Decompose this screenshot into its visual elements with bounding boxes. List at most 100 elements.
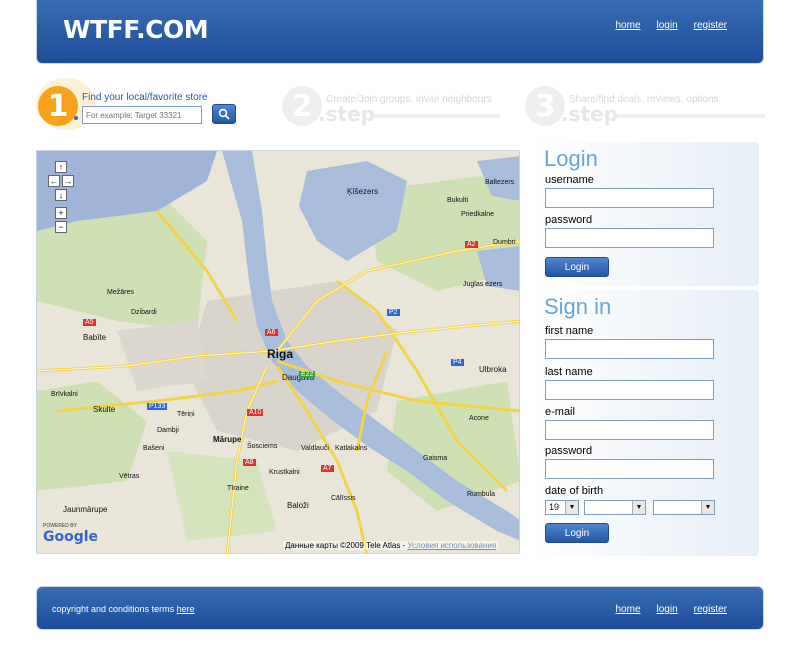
last-name-input[interactable] — [545, 380, 714, 400]
login-title: Login — [544, 146, 598, 171]
map-label-rites: Tēriņi — [177, 411, 195, 418]
header: WTFF.COM home login register — [36, 0, 764, 64]
map-label-acone: Acone — [469, 415, 489, 422]
username-label: username — [545, 174, 594, 186]
store-search-button[interactable] — [212, 104, 236, 124]
step-1-number: 1 — [38, 86, 78, 126]
first-name-input[interactable] — [545, 339, 714, 359]
nav-register-link[interactable]: register — [694, 20, 727, 31]
footer-copyright: copyright and conditions terms — [52, 604, 175, 614]
step-2-label: .step — [318, 102, 375, 126]
footer-text: copyright and conditions terms here — [52, 604, 195, 614]
road-shield-p4: P4 — [451, 359, 464, 366]
map-copyright-text: Данные карты ©2009 Tele Atlas - — [285, 541, 406, 550]
road-shield-a6: A6 — [265, 329, 278, 336]
step-3-label: .step — [561, 102, 618, 126]
login-panel: Login username password Login — [531, 142, 759, 286]
map-label-jugla: Juglas ezers — [463, 281, 503, 288]
step-3-arrow — [615, 114, 765, 118]
signup-password-input[interactable] — [545, 459, 714, 479]
chevron-down-icon: ▼ — [632, 501, 645, 514]
step-1-caption: Find your local/favorite store — [82, 92, 208, 103]
dob-day-value: 19 — [549, 502, 560, 512]
footer: copyright and conditions terms here home… — [36, 586, 764, 630]
map-label-balozi: Baloži — [287, 501, 309, 510]
map-label-baltezers: Baltezers — [485, 179, 515, 186]
chevron-down-icon: ▼ — [701, 501, 714, 514]
nav-home-link[interactable]: home — [615, 20, 640, 31]
map-label-rumbula: Rumbula — [467, 491, 496, 498]
password-label: password — [545, 214, 593, 226]
road-shield-p133: P133 — [147, 403, 168, 410]
road-shield-a8: A8 — [243, 459, 256, 466]
map-label-kisezers: Ķīšezers — [347, 187, 379, 196]
first-name-label: first name — [545, 325, 594, 337]
step-2: 2 Create/Join groups, invite neighbours … — [282, 78, 512, 128]
road-shield-a10: A10 — [247, 409, 264, 416]
map-label-dzibardi: Dzibardi — [131, 309, 157, 316]
zoom-in-button[interactable]: + — [55, 207, 67, 219]
map-label-gaisma: Gaisma — [423, 455, 448, 462]
map-label-krustkalni: Krustkalni — [269, 469, 300, 476]
map-label-dambji: Dambji — [157, 427, 179, 434]
footer-terms-link[interactable]: here — [177, 604, 195, 614]
road-shield-a7: A7 — [321, 465, 334, 472]
map-label-marupe: Mārupe — [213, 435, 242, 444]
map-label-socisems: Šosciems — [247, 443, 278, 450]
step-1: 1 Find your local/favorite store — [36, 78, 278, 130]
map-label-kekava: Katlakalns — [335, 445, 368, 452]
step-3: 3 Share/find deals, reviews, options .st… — [525, 78, 775, 128]
last-name-label: last name — [545, 366, 593, 378]
email-label: e-mail — [545, 406, 575, 418]
signup-password-label: password — [545, 445, 593, 457]
nav-login-link[interactable]: login — [657, 20, 678, 31]
map-label-mezares: Mežāres — [107, 289, 134, 296]
footer-login-link[interactable]: login — [657, 604, 678, 615]
map-label-calssis: Cālīssis — [331, 495, 356, 502]
dob-day-select[interactable]: 19 ▼ — [545, 500, 579, 515]
map-label-brivkalni: Brīvkalni — [51, 391, 78, 398]
pan-down-button[interactable]: ↓ — [55, 189, 67, 201]
road-shield-a2: A2 — [465, 241, 478, 248]
map-label-basieni: Bašeni — [143, 445, 165, 452]
road-shield-p2: P2 — [387, 309, 400, 316]
site-logo[interactable]: WTFF.COM — [63, 15, 209, 44]
road-shield-e22: E22 — [299, 371, 316, 378]
step-2-number: 2 — [282, 86, 322, 126]
pan-left-button[interactable]: ← — [48, 175, 60, 187]
map-label-dumbri: Dumbri — [493, 239, 516, 246]
map-label-vetras: Vētras — [119, 473, 140, 480]
map-label-tilraine: Tīraine — [227, 485, 249, 492]
map-label-ulbroka: Ulbroka — [479, 365, 507, 374]
pan-up-button[interactable]: ↑ — [55, 161, 67, 173]
map-label-riga: Riga — [267, 347, 294, 361]
email-input[interactable] — [545, 420, 714, 440]
map-label-bukulti: Bukulti — [447, 197, 469, 204]
store-search-input[interactable] — [82, 106, 202, 124]
top-nav: home login register — [615, 20, 727, 31]
map-terms-link[interactable]: Условия использования — [407, 541, 496, 550]
password-input[interactable] — [545, 228, 714, 248]
map-label-jaunmarupe: Jaunmārupe — [63, 505, 108, 514]
footer-register-link[interactable]: register — [694, 604, 727, 615]
login-button[interactable]: Login — [545, 257, 609, 277]
footer-nav: home login register — [615, 604, 727, 615]
pan-right-button[interactable]: → — [62, 175, 74, 187]
footer-home-link[interactable]: home — [615, 604, 640, 615]
zoom-out-button[interactable]: − — [55, 221, 67, 233]
signin-panel: Sign in first name last name e-mail pass… — [531, 290, 759, 556]
dob-month-select[interactable]: ▼ — [584, 500, 646, 515]
step-2-arrow — [372, 114, 500, 118]
signin-title: Sign in — [544, 294, 612, 319]
map-view[interactable]: ↑ ← → ↓ + − Riga Daugava Ķīšezers Bukult… — [36, 150, 520, 554]
step-3-number: 3 — [525, 86, 565, 126]
signin-button[interactable]: Login — [545, 523, 609, 543]
map-label-priedkalne: Priedkalne — [461, 211, 495, 218]
search-icon — [218, 108, 230, 120]
map-copyright: Данные карты ©2009 Tele Atlas - Условия … — [283, 541, 499, 550]
username-input[interactable] — [545, 188, 714, 208]
map-label-valdlauci: Valdlauči — [301, 445, 329, 452]
dob-year-select[interactable]: ▼ — [653, 500, 715, 515]
google-logo[interactable]: Google — [43, 529, 98, 545]
chevron-down-icon: ▼ — [565, 501, 578, 514]
